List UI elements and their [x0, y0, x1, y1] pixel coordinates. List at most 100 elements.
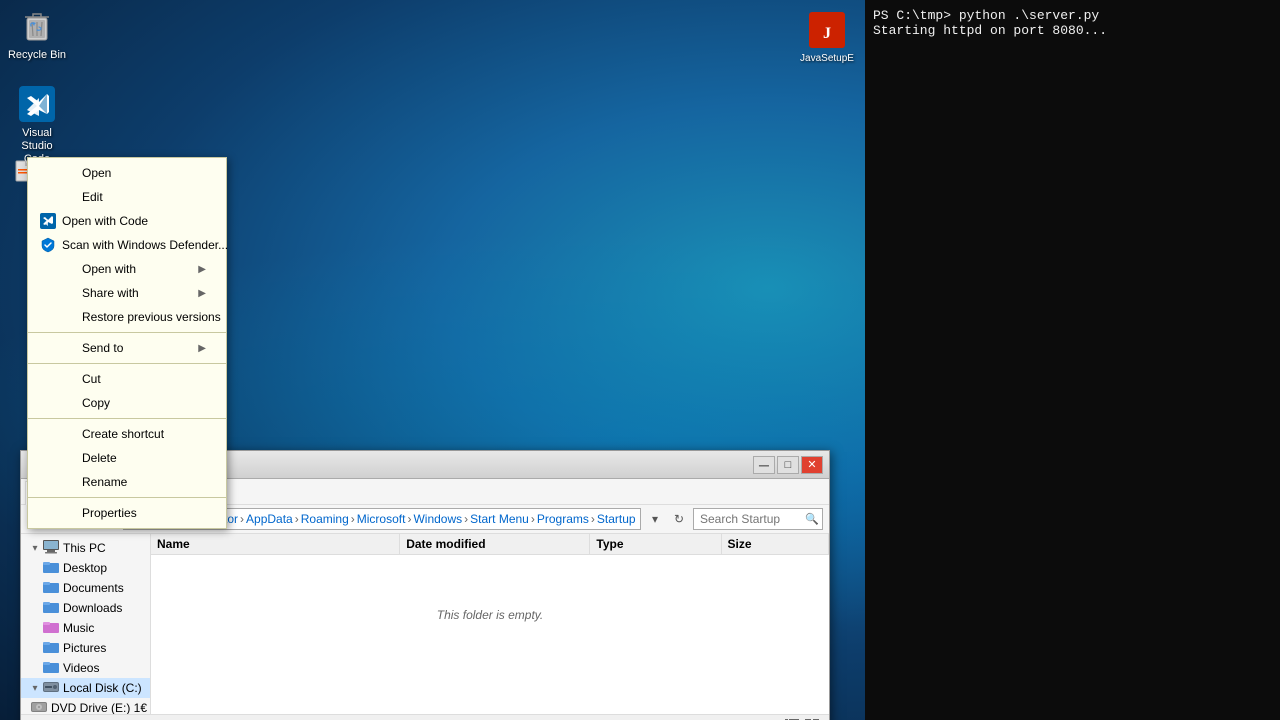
sidebar-item-music[interactable]: Music: [21, 618, 150, 638]
menu-create-shortcut-icon: [58, 426, 78, 442]
menu-item-open[interactable]: Open: [28, 161, 226, 185]
sidebar-item-documents[interactable]: Documents: [21, 578, 150, 598]
sidebar-item-dvd-drive[interactable]: DVD Drive (E:) 1€: [21, 698, 150, 714]
col-header-name[interactable]: Name: [151, 534, 400, 554]
menu-restore-label: Restore previous versions: [82, 310, 221, 324]
menu-open-with-icon: [58, 261, 78, 277]
dvd-drive-icon: [31, 700, 47, 714]
sidebar-label-documents: Documents: [63, 581, 124, 595]
sidebar-label-local-disk: Local Disk (C:): [63, 681, 142, 695]
menu-create-shortcut-label: Create shortcut: [82, 427, 206, 441]
sidebar-item-this-pc[interactable]: ▾ This PC: [21, 538, 150, 558]
menu-item-copy[interactable]: Copy: [28, 391, 226, 415]
breadcrumb-part-6[interactable]: Windows: [413, 512, 462, 526]
menu-send-to-icon: [58, 340, 78, 356]
menu-send-to-label: Send to: [82, 341, 198, 355]
menu-item-edit[interactable]: Edit: [28, 185, 226, 209]
search-wrapper: 🔍: [693, 508, 823, 530]
minimize-button[interactable]: ─: [753, 456, 775, 474]
menu-item-open-with-code[interactable]: Open with Code: [28, 209, 226, 233]
sidebar-label-desktop: Desktop: [63, 561, 107, 575]
breadcrumb-sep-7: ›: [531, 512, 535, 526]
menu-delete-label: Delete: [82, 451, 206, 465]
menu-edit-label: Edit: [82, 190, 206, 204]
refresh-button[interactable]: ↻: [669, 509, 689, 529]
sidebar-label-pictures: Pictures: [63, 641, 106, 655]
menu-restore-icon: [58, 309, 78, 325]
terminal-line-2: Starting httpd on port 8080...: [873, 23, 1272, 38]
local-disk-icon: [43, 680, 59, 696]
col-header-size[interactable]: Size: [722, 534, 829, 554]
desktop: Recycle Bin Visual StudioCode J JavaSetu…: [0, 0, 1280, 720]
view-details-button[interactable]: [783, 717, 801, 720]
col-header-date[interactable]: Date modified: [400, 534, 590, 554]
menu-item-create-shortcut[interactable]: Create shortcut: [28, 422, 226, 446]
videos-folder-icon: [43, 660, 59, 676]
sidebar-item-local-disk-c[interactable]: ▾ Local Disk (C:): [21, 678, 150, 698]
recycle-bin-icon[interactable]: Recycle Bin: [2, 2, 72, 66]
tree-expand-pc: ▾: [29, 543, 41, 554]
terminal-line-1: PS C:\tmp> python .\server.py: [873, 8, 1272, 23]
menu-item-scan-defender[interactable]: Scan with Windows Defender...: [28, 233, 226, 257]
menu-send-to-arrow: ▶: [198, 343, 206, 354]
menu-item-rename[interactable]: Rename: [28, 470, 226, 494]
maximize-button[interactable]: □: [777, 456, 799, 474]
menu-separator-3: [28, 418, 226, 419]
breadcrumb-part-9[interactable]: Startup: [597, 512, 636, 526]
menu-item-share-with[interactable]: Share with ▶: [28, 281, 226, 305]
empty-folder-message: This folder is empty.: [151, 555, 829, 675]
status-view-icons: [783, 717, 821, 720]
menu-item-send-to[interactable]: Send to ▶: [28, 336, 226, 360]
breadcrumb-part-7[interactable]: Start Menu: [470, 512, 529, 526]
menu-separator-2: [28, 363, 226, 364]
search-icon: 🔍: [805, 513, 819, 526]
sidebar-item-videos[interactable]: Videos: [21, 658, 150, 678]
menu-share-with-icon: [58, 285, 78, 301]
menu-open-label: Open: [82, 166, 206, 180]
breadcrumb-sep-3: ›: [295, 512, 299, 526]
search-input[interactable]: [693, 508, 823, 530]
sidebar-label-music: Music: [63, 621, 94, 635]
desktop-folder-icon: [43, 560, 59, 576]
menu-cut-icon: [58, 371, 78, 387]
sidebar-item-pictures[interactable]: Pictures: [21, 638, 150, 658]
menu-open-icon: [58, 165, 78, 181]
java-setup-label: JavaSetupE: [800, 53, 854, 65]
menu-scan-label: Scan with Windows Defender...: [62, 238, 228, 252]
menu-rename-label: Rename: [82, 475, 206, 489]
address-dropdown-button[interactable]: ▾: [645, 509, 665, 529]
breadcrumb-sep-8: ›: [591, 512, 595, 526]
explorer-sidebar[interactable]: ▾ This PC Desktop: [21, 534, 151, 714]
pictures-folder-icon: [43, 640, 59, 656]
close-button[interactable]: ✕: [801, 456, 823, 474]
breadcrumb-sep-6: ›: [464, 512, 468, 526]
sidebar-item-desktop[interactable]: Desktop: [21, 558, 150, 578]
col-header-type[interactable]: Type: [590, 534, 721, 554]
java-setup-icon[interactable]: J JavaSetupE: [792, 6, 862, 69]
vscode-image: [17, 84, 57, 124]
breadcrumb-part-8[interactable]: Programs: [537, 512, 589, 526]
sidebar-label-videos: Videos: [63, 661, 99, 675]
menu-item-delete[interactable]: Delete: [28, 446, 226, 470]
sidebar-item-downloads[interactable]: Downloads: [21, 598, 150, 618]
music-folder-icon: [43, 620, 59, 636]
breadcrumb-sep-2: ›: [240, 512, 244, 526]
downloads-folder-icon: [43, 600, 59, 616]
menu-share-with-arrow: ▶: [198, 288, 206, 299]
menu-item-properties[interactable]: Properties: [28, 501, 226, 525]
menu-open-code-icon: [38, 213, 58, 229]
menu-rename-icon: [58, 474, 78, 490]
svg-text:J: J: [823, 25, 831, 42]
menu-open-with-arrow: ▶: [198, 264, 206, 275]
breadcrumb-part-4[interactable]: Roaming: [301, 512, 349, 526]
menu-item-restore[interactable]: Restore previous versions: [28, 305, 226, 329]
view-tiles-button[interactable]: [803, 717, 821, 720]
menu-item-cut[interactable]: Cut: [28, 367, 226, 391]
breadcrumb-part-3[interactable]: AppData: [246, 512, 293, 526]
menu-open-code-label: Open with Code: [62, 214, 206, 228]
sidebar-label-this-pc: This PC: [63, 541, 106, 555]
breadcrumb-part-5[interactable]: Microsoft: [357, 512, 406, 526]
menu-share-with-label: Share with: [82, 286, 198, 300]
menu-item-open-with[interactable]: Open with ▶: [28, 257, 226, 281]
menu-edit-icon: [58, 189, 78, 205]
